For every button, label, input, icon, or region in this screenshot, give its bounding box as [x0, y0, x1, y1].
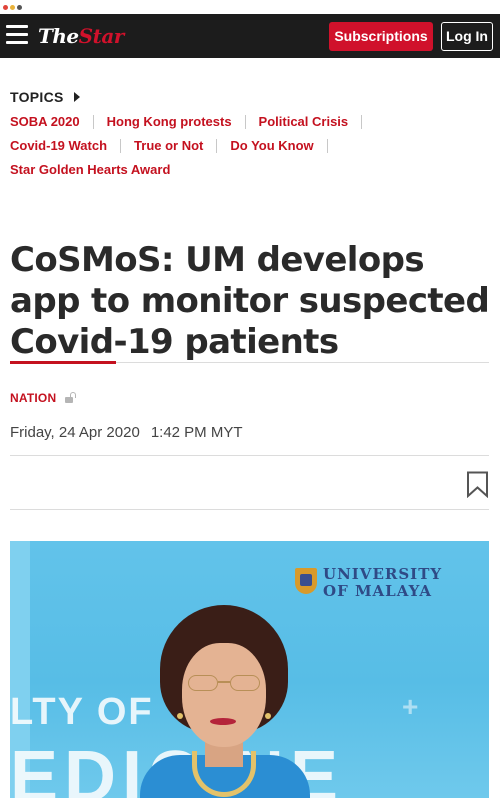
site-logo[interactable]: TheStar [38, 24, 124, 48]
portrait-face [182, 643, 266, 747]
topic-row-1: SOBA 2020 Hong Kong protests Political C… [10, 114, 490, 129]
topic-link-political-crisis[interactable]: Political Crisis [259, 114, 349, 129]
university-sign: UNIVERSITY OF MALAYA [323, 566, 442, 600]
topics-section: TOPICS SOBA 2020 Hong Kong protests Poli… [10, 89, 490, 177]
headline-accent-bar [10, 361, 116, 364]
portrait-person [140, 605, 310, 798]
window-dot-red [3, 5, 8, 10]
hamburger-menu-icon[interactable] [6, 25, 28, 45]
topic-link-hong-kong-protests[interactable]: Hong Kong protests [107, 114, 232, 129]
logo-text-star: Star [78, 24, 125, 48]
article-photo[interactable]: UNIVERSITY OF MALAYA LTY OF EDICINE + [10, 541, 489, 798]
portrait-lips [210, 718, 236, 725]
bookmark-icon[interactable] [466, 471, 489, 499]
browser-chrome [0, 0, 500, 14]
wall-plus-mark: + [402, 691, 419, 722]
article-date: Friday, 24 Apr 2020 [10, 424, 140, 441]
topic-link-do-you-know[interactable]: Do You Know [230, 138, 313, 153]
meta-divider-top [10, 455, 489, 456]
subscriptions-button[interactable]: Subscriptions [329, 22, 433, 51]
topic-separator [92, 114, 94, 129]
topics-heading[interactable]: TOPICS [10, 89, 490, 105]
login-button[interactable]: Log In [441, 22, 493, 51]
university-sign-line1: UNIVERSITY [323, 565, 443, 583]
portrait-earring-left [177, 713, 183, 719]
university-sign-line2: OF MALAYA [323, 582, 433, 600]
meta-divider-bottom [10, 509, 489, 510]
topic-separator [216, 138, 218, 153]
topic-separator [244, 114, 246, 129]
portrait-glasses [184, 675, 266, 693]
topic-separator [361, 114, 363, 129]
topic-separator [326, 138, 328, 153]
topics-heading-label: TOPICS [10, 89, 64, 105]
article-time: 1:42 PM MYT [150, 424, 243, 441]
topic-link-soba-2020[interactable]: SOBA 2020 [10, 114, 80, 129]
wall-lettering-top: LTY OF [10, 691, 154, 733]
caret-right-icon [73, 92, 80, 102]
window-dot-yellow [10, 5, 15, 10]
site-header: TheStar Subscriptions Log In [0, 14, 500, 58]
topic-separator [120, 138, 122, 153]
topic-link-true-or-not[interactable]: True or Not [134, 138, 203, 153]
section-link-nation[interactable]: NATION [10, 391, 56, 405]
topic-row-3: Star Golden Hearts Award [10, 162, 490, 177]
window-dot-dark [17, 5, 22, 10]
article-headline: CoSMoS: UM develops app to monitor suspe… [10, 240, 490, 362]
university-crest [295, 568, 317, 594]
article-section-row: NATION [10, 391, 77, 405]
logo-text-the: The [38, 24, 79, 48]
topic-link-star-golden-hearts-award[interactable]: Star Golden Hearts Award [10, 162, 170, 177]
topic-row-2: Covid-19 Watch True or Not Do You Know [10, 138, 490, 153]
portrait-earring-right [265, 713, 271, 719]
topic-link-covid-19-watch[interactable]: Covid-19 Watch [10, 138, 107, 153]
article-dateline: Friday, 24 Apr 2020 1:42 PM MYT [10, 424, 243, 441]
lock-icon [65, 392, 77, 404]
